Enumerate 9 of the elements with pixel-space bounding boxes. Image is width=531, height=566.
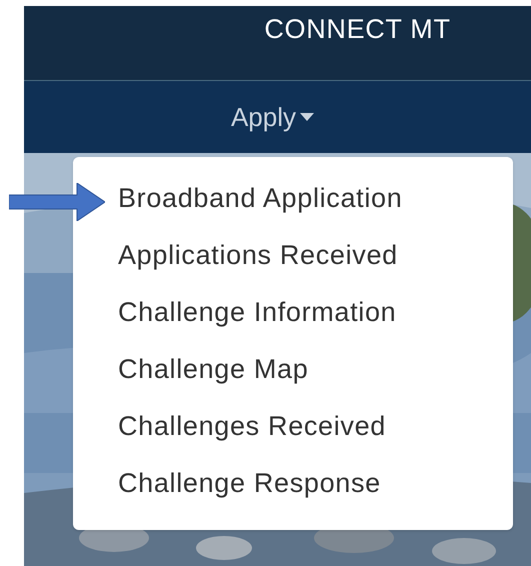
- dropdown-item[interactable]: Challenges Received: [118, 407, 386, 445]
- dropdown-item[interactable]: Applications Received: [118, 236, 398, 274]
- dropdown-item[interactable]: Broadband Application: [118, 179, 402, 217]
- dropdown-item[interactable]: Challenge Map: [118, 350, 308, 388]
- dropdown-item[interactable]: Challenge Response: [118, 464, 381, 502]
- dropdown-item[interactable]: Challenge Information: [118, 293, 396, 331]
- caret-icon: [300, 113, 314, 121]
- nav-link[interactable]: Apply: [230, 98, 314, 136]
- site-title: CONNECT MT: [264, 16, 451, 43]
